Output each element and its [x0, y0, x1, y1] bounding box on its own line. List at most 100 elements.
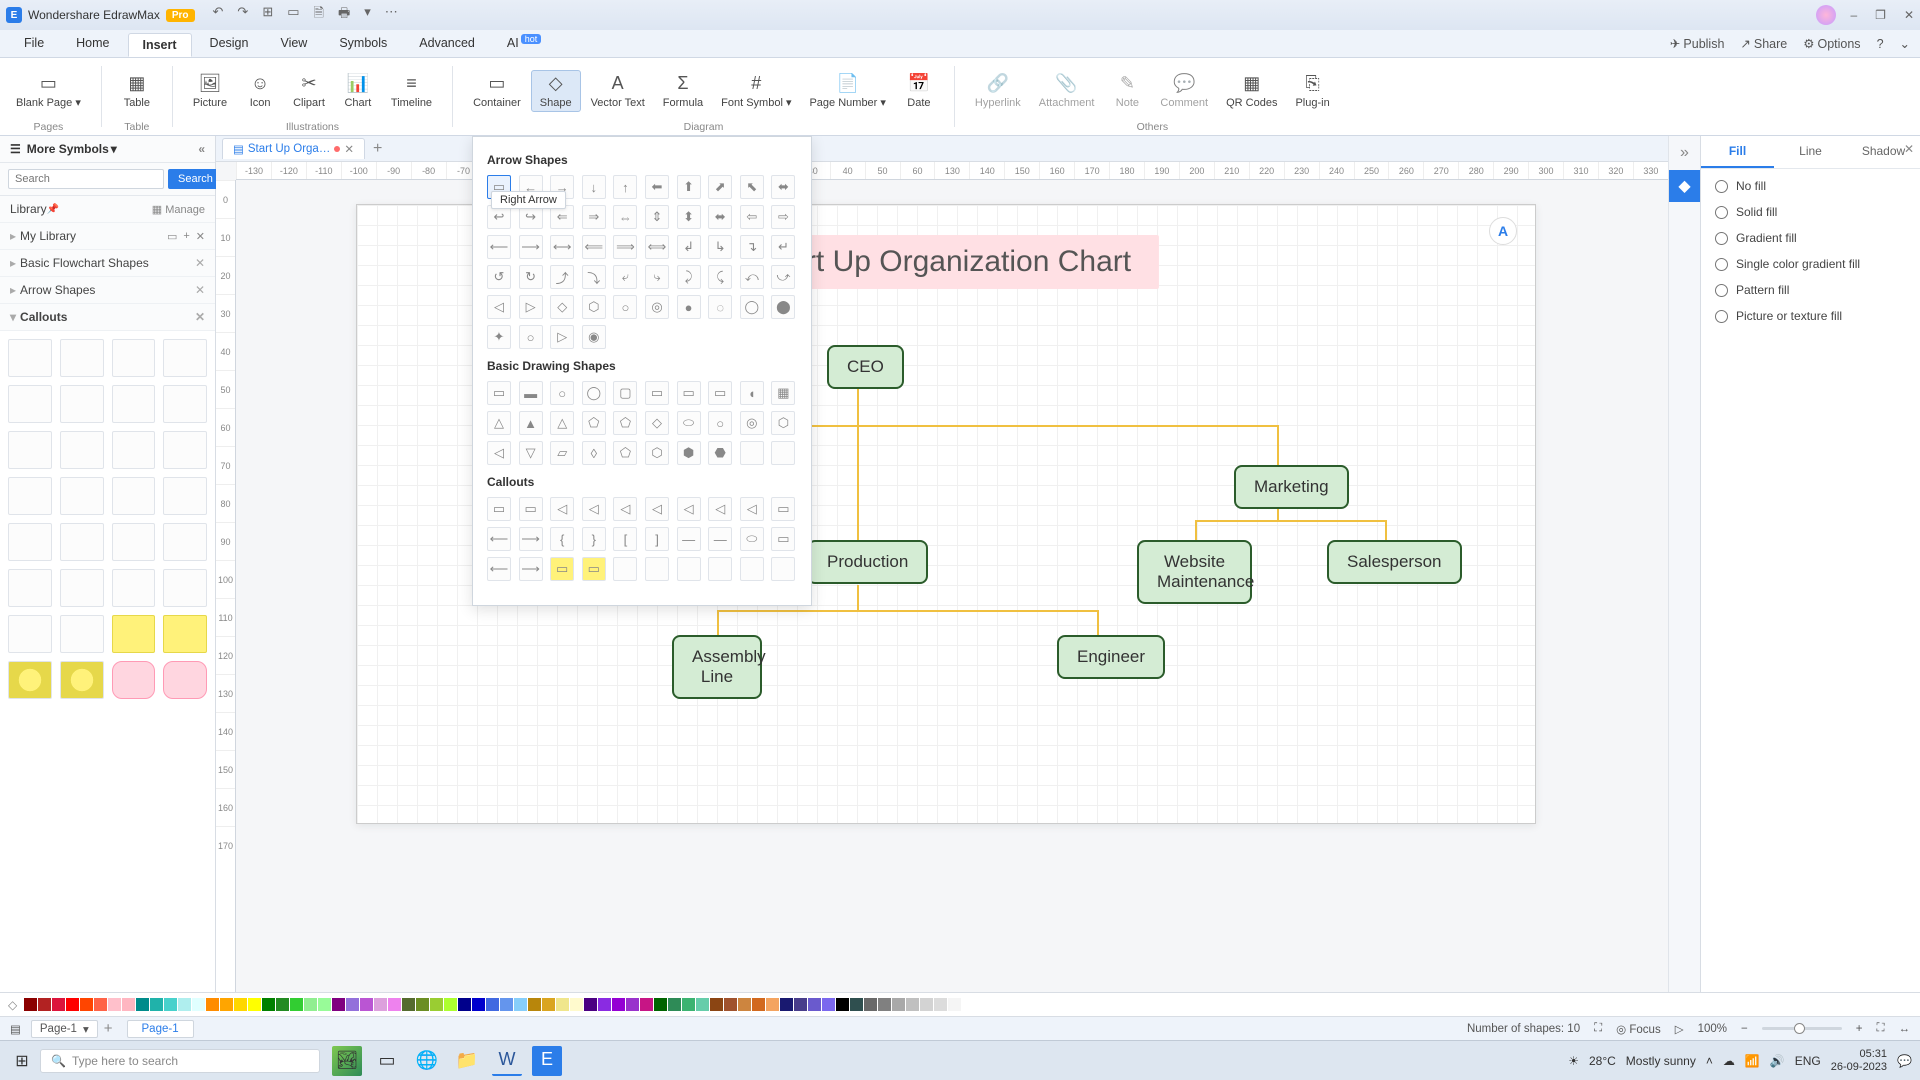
color-swatch[interactable]: [416, 998, 429, 1011]
arrow-shape-cell[interactable]: ⤴: [550, 265, 574, 289]
callout-thumb[interactable]: [163, 615, 207, 653]
color-swatch[interactable]: [920, 998, 933, 1011]
callout-thumb[interactable]: [163, 385, 207, 423]
qr-codes-button[interactable]: ▦QR Codes: [1218, 71, 1285, 111]
callout-shape-cell[interactable]: ◁: [582, 497, 606, 521]
taskbar-landscape-icon[interactable]: 🏞: [332, 1046, 362, 1076]
color-swatch[interactable]: [374, 998, 387, 1011]
color-swatch[interactable]: [836, 998, 849, 1011]
color-swatch[interactable]: [136, 998, 149, 1011]
tab-symbols[interactable]: Symbols: [325, 32, 401, 56]
zoom-out-button[interactable]: −: [1741, 1023, 1748, 1035]
symbol-search-button[interactable]: Search: [168, 169, 223, 189]
node-salesperson[interactable]: Salesperson: [1327, 540, 1462, 584]
arrow-shape-cell[interactable]: ↻: [519, 265, 543, 289]
callout-shape-cell[interactable]: —: [708, 527, 732, 551]
callout-thumb[interactable]: [112, 477, 156, 515]
arrow-shape-cell[interactable]: ⇕: [645, 205, 669, 229]
callout-thumb[interactable]: [163, 477, 207, 515]
fullscreen-icon[interactable]: ⛶: [1876, 1022, 1884, 1035]
edge-icon[interactable]: 🌐: [412, 1046, 442, 1076]
minimize-button[interactable]: –: [1850, 8, 1857, 22]
edrawmax-taskbar-icon[interactable]: E: [532, 1046, 562, 1076]
callout-shape-cell[interactable]: [677, 557, 701, 581]
color-swatch[interactable]: [584, 998, 597, 1011]
arrow-shape-cell[interactable]: ⬌: [771, 175, 795, 199]
color-swatch[interactable]: [234, 998, 247, 1011]
comment-button[interactable]: 💬Comment: [1152, 71, 1216, 111]
color-swatch[interactable]: [542, 998, 555, 1011]
callout-thumb[interactable]: [112, 385, 156, 423]
callout-thumb[interactable]: [60, 339, 104, 377]
wifi-icon[interactable]: 📶: [1745, 1054, 1760, 1068]
arrow-shape-cell[interactable]: ↑: [613, 175, 637, 199]
close-section-icon[interactable]: ✕: [195, 283, 205, 297]
color-swatch[interactable]: [220, 998, 233, 1011]
close-panel-button[interactable]: ✕: [1904, 142, 1914, 156]
formula-button[interactable]: ΣFormula: [655, 71, 711, 111]
basic-shape-cell[interactable]: ⬠: [582, 411, 606, 435]
section-basic-flowchart[interactable]: ▸Basic Flowchart Shapes✕: [0, 250, 215, 277]
callout-thumb[interactable]: [163, 431, 207, 469]
callout-thumb[interactable]: [60, 569, 104, 607]
page-selector[interactable]: Page-1▾: [31, 1020, 98, 1038]
focus-button[interactable]: ◎ Focus: [1616, 1022, 1661, 1036]
callout-shape-cell[interactable]: ]: [645, 527, 669, 551]
close-section-icon[interactable]: ✕: [195, 256, 205, 270]
pin-icon[interactable]: 📌: [47, 204, 59, 215]
arrow-shape-cell[interactable]: ⇨: [771, 205, 795, 229]
tab-advanced[interactable]: Advanced: [405, 32, 489, 56]
fill-option[interactable]: Solid fill: [1715, 205, 1906, 219]
callout-shape-cell[interactable]: ◁: [677, 497, 701, 521]
fill-option[interactable]: Gradient fill: [1715, 231, 1906, 245]
color-swatch[interactable]: [514, 998, 527, 1011]
callout-shape-cell[interactable]: ◁: [550, 497, 574, 521]
fill-tab[interactable]: Fill: [1701, 136, 1774, 168]
publish-button[interactable]: ✈Publish: [1670, 36, 1724, 51]
canvas-viewport[interactable]: Start Up Organization Chart A CEO: [236, 180, 1668, 992]
arrow-shape-cell[interactable]: ▷: [519, 295, 543, 319]
basic-shape-cell[interactable]: ⬠: [613, 441, 637, 465]
hamburger-icon[interactable]: ☰: [10, 142, 21, 156]
arrow-shape-cell[interactable]: ⬉: [740, 175, 764, 199]
eyedropper-icon[interactable]: ◇: [8, 998, 17, 1012]
node-marketing[interactable]: Marketing: [1234, 465, 1349, 509]
arrow-shape-cell[interactable]: ⬡: [582, 295, 606, 319]
basic-shape-cell[interactable]: ▭: [677, 381, 701, 405]
callout-thumb[interactable]: [112, 569, 156, 607]
color-swatch[interactable]: [766, 998, 779, 1011]
zoom-slider[interactable]: [1762, 1027, 1842, 1030]
callout-thumb[interactable]: [60, 385, 104, 423]
basic-shape-cell[interactable]: ▢: [613, 381, 637, 405]
basic-shape-cell[interactable]: △: [550, 411, 574, 435]
system-clock[interactable]: 05:31 26-09-2023: [1831, 1048, 1887, 1072]
weather-icon[interactable]: ☀: [1568, 1054, 1579, 1068]
basic-shape-cell[interactable]: ◎: [740, 411, 764, 435]
print-button[interactable]: 🖶: [338, 4, 350, 26]
color-swatch[interactable]: [164, 998, 177, 1011]
tray-chevron-icon[interactable]: ˄: [1706, 1054, 1713, 1068]
color-swatch[interactable]: [724, 998, 737, 1011]
arrow-shape-cell[interactable]: ○: [613, 295, 637, 319]
close-lib-icon[interactable]: ✕: [196, 230, 205, 243]
color-swatch[interactable]: [710, 998, 723, 1011]
redo-button[interactable]: ↷: [237, 4, 248, 26]
callout-shape-cell[interactable]: [771, 557, 795, 581]
basic-shape-cell[interactable]: [740, 441, 764, 465]
basic-shape-cell[interactable]: ⬣: [708, 441, 732, 465]
tab-view[interactable]: View: [266, 32, 321, 56]
fit-page-icon[interactable]: ⛶: [1594, 1022, 1602, 1035]
basic-shape-cell[interactable]: ◇: [645, 411, 669, 435]
expand-panel-button[interactable]: »: [1680, 144, 1689, 162]
arrow-shape-cell[interactable]: ⇔: [613, 205, 637, 229]
basic-shape-cell[interactable]: ◖: [740, 381, 764, 405]
color-swatch[interactable]: [66, 998, 79, 1011]
basic-shape-cell[interactable]: ⬡: [645, 441, 669, 465]
basic-shape-cell[interactable]: ▲: [519, 411, 543, 435]
page-layout-icon[interactable]: ▤: [10, 1022, 21, 1036]
arrow-shape-cell[interactable]: ⤶: [613, 265, 637, 289]
callout-thumb[interactable]: [8, 339, 52, 377]
container-button[interactable]: ▭Container: [465, 71, 529, 111]
color-swatch[interactable]: [248, 998, 261, 1011]
new-lib-icon[interactable]: ▭: [167, 230, 177, 243]
